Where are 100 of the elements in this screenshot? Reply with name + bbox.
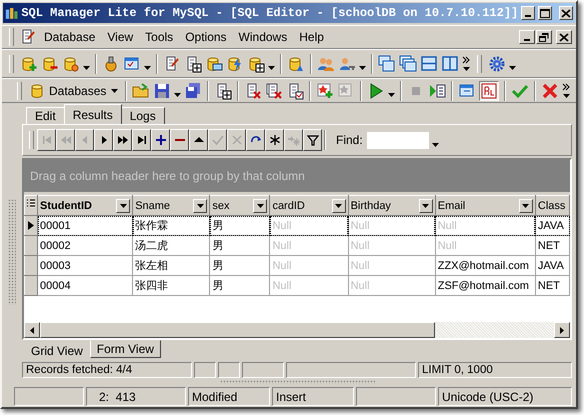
maximize-button[interactable]: [538, 6, 552, 20]
database-import-icon[interactable]: [287, 54, 305, 72]
menu-item[interactable]: View: [102, 28, 138, 46]
column-header[interactable]: StudentID: [38, 196, 133, 216]
last-record-icon: [136, 134, 148, 146]
dropdown-arrow-icon: [422, 204, 430, 208]
panel-icon[interactable]: [458, 82, 476, 100]
navigator-button[interactable]: [151, 129, 170, 151]
scroll-left-button[interactable]: [24, 322, 40, 338]
save-all-icon[interactable]: [184, 82, 202, 100]
scroll-right-button[interactable]: [554, 322, 570, 338]
column-title: Sname: [135, 200, 170, 212]
tab[interactable]: Form View: [90, 340, 161, 358]
remove-database-icon[interactable]: [41, 54, 59, 72]
checklist-icon[interactable]: [123, 54, 141, 72]
tile-vertical-icon[interactable]: [441, 54, 459, 72]
app-icon: [5, 5, 18, 21]
dropdown-arrow-icon[interactable]: [268, 66, 275, 70]
column-chooser-button[interactable]: [24, 196, 38, 216]
step-icon[interactable]: [428, 82, 446, 100]
new-script-icon[interactable]: [247, 54, 265, 72]
tab[interactable]: Results: [64, 104, 122, 124]
navigator-button[interactable]: [265, 129, 284, 151]
dropdown-arrow-icon[interactable]: [174, 92, 182, 96]
filter-dropdown-button[interactable]: [332, 198, 346, 212]
horizontal-scrollbar[interactable]: [24, 322, 570, 338]
dropdown-arrow-icon[interactable]: [432, 142, 439, 146]
dropdown-arrow-icon[interactable]: [359, 66, 366, 70]
gear-icon[interactable]: [488, 54, 506, 72]
minimize-button[interactable]: [521, 6, 535, 20]
menu-item[interactable]: Database: [39, 28, 100, 46]
tab[interactable]: Logs: [120, 107, 165, 124]
check-icon: [212, 134, 224, 146]
menu-item[interactable]: Tools: [140, 28, 178, 46]
column-header[interactable]: sex: [210, 196, 270, 216]
column-header[interactable]: Email: [435, 196, 536, 216]
scroll-thumb[interactable]: [40, 322, 435, 338]
restore-button[interactable]: [536, 30, 552, 44]
menu-item[interactable]: Windows: [234, 28, 292, 46]
column-header[interactable]: Birthday: [348, 196, 436, 216]
dropdown-arrow-icon[interactable]: [509, 66, 516, 70]
menu-item[interactable]: Options: [180, 28, 232, 46]
navigator-button[interactable]: [246, 129, 265, 151]
open-folder-icon[interactable]: [132, 82, 150, 100]
table-cell: ZSF@hotmail.com: [435, 276, 536, 296]
filter-dropdown-button[interactable]: [253, 198, 268, 212]
filter-dropdown-button[interactable]: [518, 198, 533, 212]
current-row-icon: [28, 221, 34, 230]
save-icon[interactable]: [153, 82, 172, 100]
minimize-button[interactable]: [519, 30, 535, 44]
close-button[interactable]: [559, 6, 573, 20]
group-hint: Drag a column header here to group by that column: [30, 169, 305, 183]
column-title: Class: [538, 200, 566, 212]
column-header[interactable]: Class: [535, 196, 570, 216]
records-status: Records fetched: 4/4: [22, 362, 192, 378]
table-cell: ZZX@hotmail.com: [435, 256, 536, 276]
cascade-windows-icon[interactable]: [378, 54, 396, 72]
database-lightning-icon[interactable]: [226, 54, 244, 72]
dropdown-arrow-icon[interactable]: [144, 66, 151, 70]
menu-item[interactable]: Help: [294, 28, 329, 46]
tab[interactable]: Edit: [26, 107, 65, 124]
format-button[interactable]: [479, 80, 500, 100]
navigator-button[interactable]: [170, 129, 189, 151]
table-cell: NET: [535, 236, 570, 256]
arrow-star-icon: [288, 134, 300, 146]
row-indicator[interactable]: [24, 216, 38, 236]
stacked-windows-icon[interactable]: [399, 54, 417, 72]
column-header[interactable]: Sname: [132, 196, 210, 216]
filter-dropdown-button[interactable]: [193, 198, 208, 212]
more-icon[interactable]: [562, 82, 572, 100]
filter-dropdown-button[interactable]: [116, 198, 130, 212]
splitter-grip[interactable]: [220, 380, 374, 384]
column-title: Email: [438, 200, 466, 212]
find-label: Find:: [336, 133, 363, 147]
add-database-icon[interactable]: [20, 54, 38, 72]
table-cell: 男: [210, 216, 270, 236]
dropdown-arrow-icon[interactable]: [388, 92, 396, 96]
databases-dropdown[interactable]: Databases: [28, 82, 120, 100]
clear-document-icon[interactable]: [265, 82, 284, 100]
first-record-icon: [40, 134, 52, 146]
navigator-button[interactable]: [94, 129, 113, 151]
splitter-grip[interactable]: [8, 199, 16, 305]
add-favorite-icon[interactable]: [316, 82, 334, 100]
column-header[interactable]: cardID: [270, 196, 348, 216]
navigator-button[interactable]: [113, 129, 132, 151]
navigator-button[interactable]: [132, 129, 151, 151]
more-icon[interactable]: [462, 54, 471, 72]
filter-dropdown-button[interactable]: [418, 198, 433, 212]
navigator-button[interactable]: [303, 129, 322, 151]
close-button[interactable]: [556, 30, 572, 44]
format-icon: [481, 82, 498, 98]
table-cell: Null: [270, 256, 348, 276]
insert-mode: Insert: [272, 387, 354, 406]
database-monitor-icon[interactable]: [205, 54, 223, 72]
plus-icon: [154, 134, 166, 146]
database-settings-icon[interactable]: [62, 54, 80, 72]
navigator-button[interactable]: [189, 129, 208, 151]
dropdown-arrow-icon[interactable]: [83, 66, 90, 70]
modified-status: Modified: [188, 387, 270, 406]
tile-horizontal-icon[interactable]: [420, 54, 438, 72]
